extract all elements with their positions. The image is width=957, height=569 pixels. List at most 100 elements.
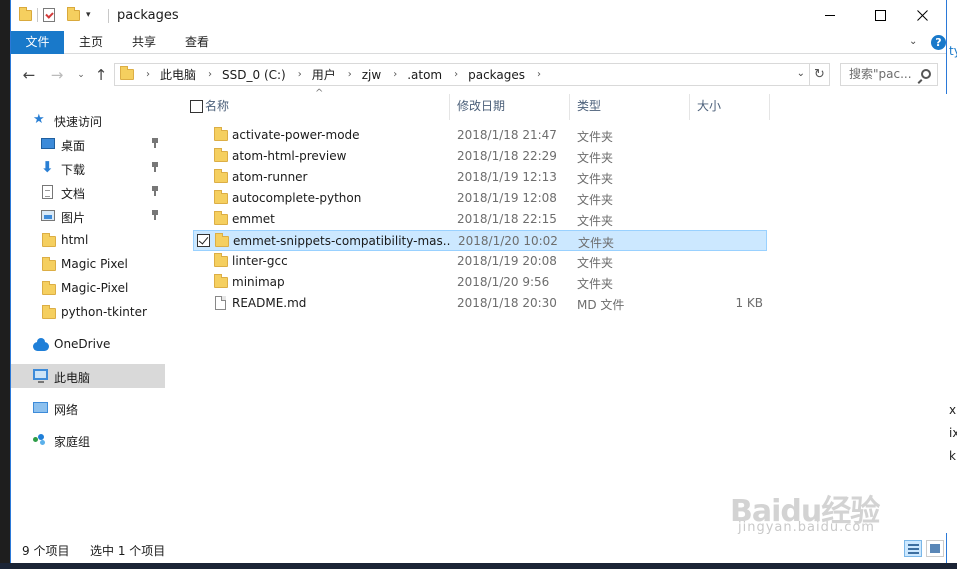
column-header-type[interactable]: 类型 bbox=[577, 94, 687, 120]
sidebar-item-label: html bbox=[61, 233, 89, 247]
item-date: 2018/1/20 9:56 bbox=[457, 275, 550, 289]
new-folder-icon[interactable] bbox=[67, 6, 80, 21]
list-item[interactable]: atom-runner 2018/1/19 12:13 文件夹 bbox=[193, 167, 767, 188]
tab-home[interactable]: 主页 bbox=[73, 31, 109, 54]
sidebar-item-documents[interactable]: 文档 bbox=[11, 180, 165, 204]
column-divider[interactable] bbox=[449, 94, 450, 120]
background-text: ix bbox=[949, 426, 957, 440]
column-divider[interactable] bbox=[769, 94, 770, 120]
minimize-button[interactable] bbox=[807, 0, 853, 30]
pin-icon[interactable] bbox=[151, 210, 159, 220]
sidebar-item-this-pc[interactable]: 此电脑 bbox=[11, 364, 165, 388]
chevron-right-icon[interactable]: › bbox=[454, 69, 458, 80]
sidebar-item-homegroup[interactable]: 家庭组 bbox=[11, 428, 165, 452]
document-icon bbox=[42, 185, 53, 199]
sidebar-item-network[interactable]: 网络 bbox=[11, 396, 165, 420]
chevron-right-icon[interactable]: › bbox=[146, 69, 150, 80]
folder-icon bbox=[42, 257, 56, 271]
list-item[interactable]: autocomplete-python 2018/1/19 12:08 文件夹 bbox=[193, 188, 767, 209]
item-date: 2018/1/19 12:08 bbox=[457, 191, 557, 205]
address-history-chevron-icon[interactable]: ⌄ bbox=[797, 68, 805, 79]
tab-file[interactable]: 文件 bbox=[11, 31, 64, 54]
pin-icon[interactable] bbox=[151, 186, 159, 196]
list-item[interactable]: activate-power-mode 2018/1/18 21:47 文件夹 bbox=[193, 125, 767, 146]
up-arrow-icon[interactable]: ↑ bbox=[91, 66, 111, 84]
help-icon[interactable]: ? bbox=[931, 35, 946, 50]
chevron-right-icon[interactable]: › bbox=[348, 69, 352, 80]
sidebar-item-desktop[interactable]: 桌面 bbox=[11, 132, 165, 156]
column-divider[interactable] bbox=[689, 94, 690, 120]
breadcrumb-ssd[interactable]: SSD_0 (C:) bbox=[222, 68, 286, 82]
column-divider[interactable] bbox=[569, 94, 570, 120]
list-item[interactable]: linter-gcc 2018/1/19 20:08 文件夹 bbox=[193, 251, 767, 272]
forward-arrow-icon[interactable]: → bbox=[47, 66, 67, 84]
tab-view[interactable]: 查看 bbox=[179, 31, 215, 54]
folder-icon[interactable] bbox=[19, 6, 32, 21]
column-header-name[interactable]: 名称 bbox=[205, 94, 440, 120]
close-icon bbox=[916, 9, 928, 21]
pin-icon[interactable] bbox=[151, 162, 159, 172]
close-button[interactable] bbox=[899, 0, 945, 30]
refresh-icon: ↻ bbox=[814, 67, 825, 82]
address-bar[interactable]: › 此电脑 › SSD_0 (C:) › 用户 › zjw › .atom › … bbox=[114, 63, 810, 86]
title-bar: ▾ packages bbox=[11, 0, 946, 31]
folder-icon bbox=[215, 233, 229, 247]
folder-icon bbox=[42, 305, 56, 319]
item-type: MD 文件 bbox=[577, 298, 625, 312]
sidebar-item-html[interactable]: html bbox=[11, 228, 165, 252]
status-bar: 9 个项目 选中 1 个项目 bbox=[11, 533, 946, 563]
folder-icon bbox=[214, 169, 228, 183]
list-item[interactable]: README.md 2018/1/18 20:30 MD 文件 1 KB bbox=[193, 293, 767, 314]
taskbar[interactable] bbox=[0, 563, 957, 569]
back-arrow-icon[interactable]: ← bbox=[19, 66, 39, 84]
sidebar-item-python-tkinter[interactable]: python-tkinter bbox=[11, 300, 165, 324]
item-date: 2018/1/20 10:02 bbox=[458, 234, 558, 248]
chevron-right-icon[interactable]: › bbox=[537, 69, 541, 80]
item-checkbox[interactable] bbox=[197, 234, 210, 247]
sidebar-item-downloads[interactable]: ⬇ 下载 bbox=[11, 156, 165, 180]
chevron-right-icon[interactable]: › bbox=[298, 69, 302, 80]
separator bbox=[37, 8, 38, 22]
sidebar-item-pictures[interactable]: 图片 bbox=[11, 204, 165, 228]
breadcrumb-users[interactable]: 用户 bbox=[312, 66, 336, 83]
column-header-date[interactable]: 修改日期 bbox=[457, 94, 567, 120]
file-icon bbox=[215, 296, 226, 310]
pin-icon[interactable] bbox=[151, 138, 159, 148]
sidebar-item-magic-pixel-dash[interactable]: Magic-Pixel bbox=[11, 276, 165, 300]
tab-share[interactable]: 共享 bbox=[126, 31, 162, 54]
folder-icon bbox=[214, 127, 228, 141]
list-item[interactable]: atom-html-preview 2018/1/18 22:29 文件夹 bbox=[193, 146, 767, 167]
maximize-button[interactable] bbox=[857, 0, 903, 30]
expand-ribbon-chevron-icon[interactable]: ⌄ bbox=[909, 36, 917, 47]
list-item[interactable]: minimap 2018/1/20 9:56 文件夹 bbox=[193, 272, 767, 293]
breadcrumb-atom[interactable]: .atom bbox=[407, 68, 442, 82]
select-all-checkbox[interactable] bbox=[190, 100, 203, 113]
refresh-button[interactable]: ↻ bbox=[810, 63, 830, 86]
large-icons-view-button[interactable] bbox=[926, 540, 944, 557]
sidebar-item-onedrive[interactable]: OneDrive bbox=[11, 332, 165, 356]
item-name: emmet bbox=[232, 212, 275, 226]
details-view-button[interactable] bbox=[904, 540, 922, 557]
item-type: 文件夹 bbox=[577, 172, 614, 186]
customize-toolbar-caret-icon[interactable]: ▾ bbox=[86, 10, 91, 20]
search-input[interactable]: 搜索"pac... bbox=[840, 63, 938, 86]
sidebar-item-magic-pixel[interactable]: Magic Pixel bbox=[11, 252, 165, 276]
column-header-size[interactable]: 大小 bbox=[697, 94, 767, 120]
desktop-icon bbox=[41, 138, 55, 149]
recent-locations-chevron-icon[interactable]: ⌄ bbox=[71, 70, 91, 80]
item-name: emmet-snippets-compatibility-mas... bbox=[233, 234, 451, 248]
breadcrumb-packages[interactable]: packages bbox=[468, 68, 525, 82]
breadcrumb-zjw[interactable]: zjw bbox=[362, 68, 381, 82]
list-item[interactable]: emmet 2018/1/18 22:15 文件夹 bbox=[193, 209, 767, 230]
background-text: k bbox=[949, 449, 956, 463]
sidebar-item-quick-access[interactable]: ★ 快速访问 bbox=[11, 108, 165, 132]
item-name: linter-gcc bbox=[232, 254, 288, 268]
chevron-right-icon[interactable]: › bbox=[393, 69, 397, 80]
properties-icon[interactable] bbox=[43, 8, 55, 22]
selection-count: 选中 1 个项目 bbox=[90, 544, 166, 558]
list-item-selected[interactable]: emmet-snippets-compatibility-mas... 2018… bbox=[193, 230, 767, 251]
item-type: 文件夹 bbox=[577, 151, 614, 165]
chevron-right-icon[interactable]: › bbox=[208, 69, 212, 80]
breadcrumb-this-pc[interactable]: 此电脑 bbox=[160, 66, 196, 83]
background-window-edge bbox=[947, 0, 957, 563]
